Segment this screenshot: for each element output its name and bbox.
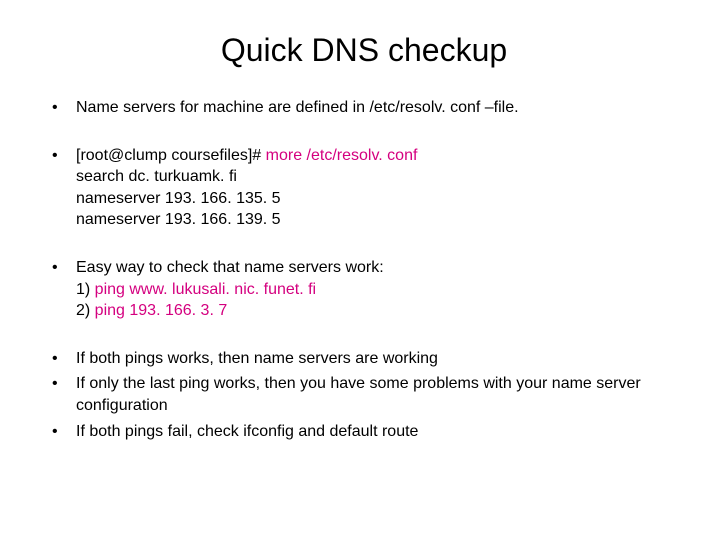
bullet-both-fail: If both pings fail, check ifconfig and d…	[48, 421, 680, 443]
bullet-nameservers-defined: Name servers for machine are defined in …	[48, 97, 680, 119]
bullet-text: If both pings fail, check ifconfig and d…	[76, 423, 418, 440]
shell-command: more /etc/resolv. conf	[266, 147, 418, 164]
bullet-text: If only the last ping works, then you ha…	[76, 375, 641, 414]
resolv-line-ns1: nameserver 193. 166. 135. 5	[76, 188, 680, 210]
ping-step-1: 1) ping www. lukusali. nic. funet. fi	[76, 279, 680, 301]
step-num: 2)	[76, 302, 95, 319]
bullet-list: Name servers for machine are defined in …	[48, 97, 680, 442]
step-num: 1)	[76, 281, 95, 298]
resolv-line-ns2: nameserver 193. 166. 139. 5	[76, 209, 680, 231]
ping-hostname: ping www. lukusali. nic. funet. fi	[95, 281, 316, 298]
bullet-more-resolv: [root@clump coursefiles]# more /etc/reso…	[48, 145, 680, 231]
easy-check-intro: Easy way to check that name servers work…	[76, 259, 384, 276]
slide-title: Quick DNS checkup	[48, 32, 680, 69]
resolv-line-search: search dc. turkuamk. fi	[76, 166, 680, 188]
shell-prompt: [root@clump coursefiles]#	[76, 147, 266, 164]
bullet-both-work: If both pings works, then name servers a…	[48, 348, 680, 370]
bullet-only-last: If only the last ping works, then you ha…	[48, 373, 680, 416]
slide: Quick DNS checkup Name servers for machi…	[0, 0, 720, 540]
bullet-text: If both pings works, then name servers a…	[76, 350, 438, 367]
bullet-easy-check: Easy way to check that name servers work…	[48, 257, 680, 322]
ping-ip: ping 193. 166. 3. 7	[95, 302, 228, 319]
ping-step-2: 2) ping 193. 166. 3. 7	[76, 300, 680, 322]
bullet-text: Name servers for machine are defined in …	[76, 99, 519, 116]
